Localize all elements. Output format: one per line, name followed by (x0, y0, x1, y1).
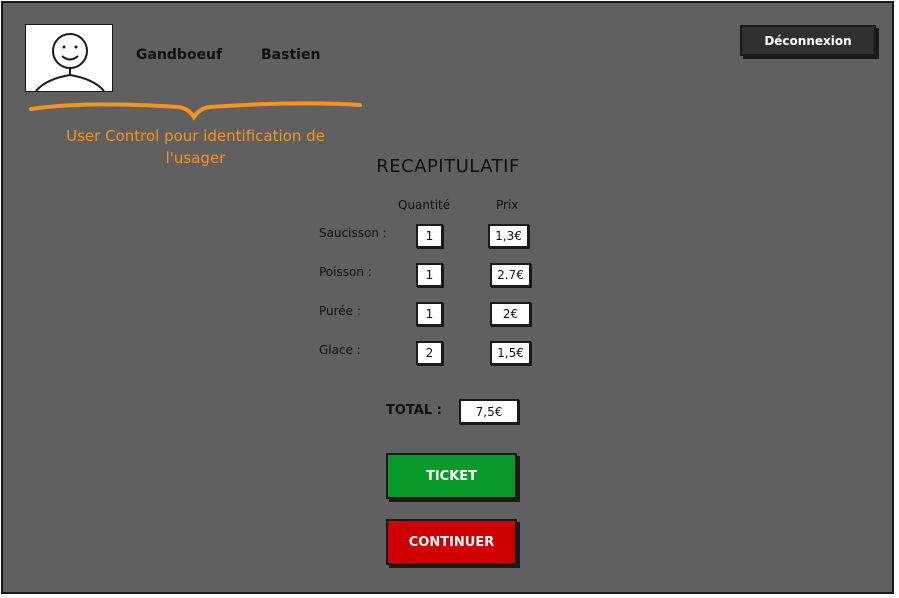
logout-button[interactable]: Déconnexion (740, 25, 876, 56)
quantity-field[interactable]: 1 (416, 224, 443, 248)
continue-button[interactable]: CONTINUER (386, 519, 517, 565)
ticket-button[interactable]: TICKET (386, 453, 517, 499)
quantity-field[interactable]: 1 (416, 263, 443, 287)
quantity-field[interactable]: 1 (416, 302, 443, 326)
item-label: Saucisson : (319, 226, 387, 240)
user-last-name: Bastien (261, 47, 321, 63)
total-label: TOTAL : (386, 403, 442, 418)
quantity-field[interactable]: 2 (416, 341, 443, 365)
app-window: Gandboeuf Bastien Déconnexion User Contr… (1, 1, 894, 594)
item-label: Glace : (319, 343, 361, 357)
user-first-name: Gandboeuf (136, 47, 223, 63)
item-label: Purée : (319, 304, 361, 318)
price-field: 1,5€ (490, 341, 531, 365)
total-value: 7,5€ (459, 399, 519, 424)
item-label: Poisson : (319, 265, 372, 279)
curly-brace-icon (29, 101, 362, 121)
price-field: 1,3€ (488, 224, 529, 248)
page-title: RECAPITULATIF (376, 156, 520, 177)
quantity-column-header: Quantité (398, 198, 451, 212)
annotation-line-1: User Control pour identification de (66, 127, 325, 145)
user-face-icon (35, 33, 105, 92)
price-field: 2€ (490, 302, 531, 326)
avatar (25, 24, 113, 92)
price-field: 2.7€ (490, 263, 531, 287)
price-column-header: Prix (496, 198, 519, 212)
annotation-line-2: l'usager (165, 149, 226, 167)
annotation-note: User Control pour identification de l'us… (33, 125, 358, 169)
